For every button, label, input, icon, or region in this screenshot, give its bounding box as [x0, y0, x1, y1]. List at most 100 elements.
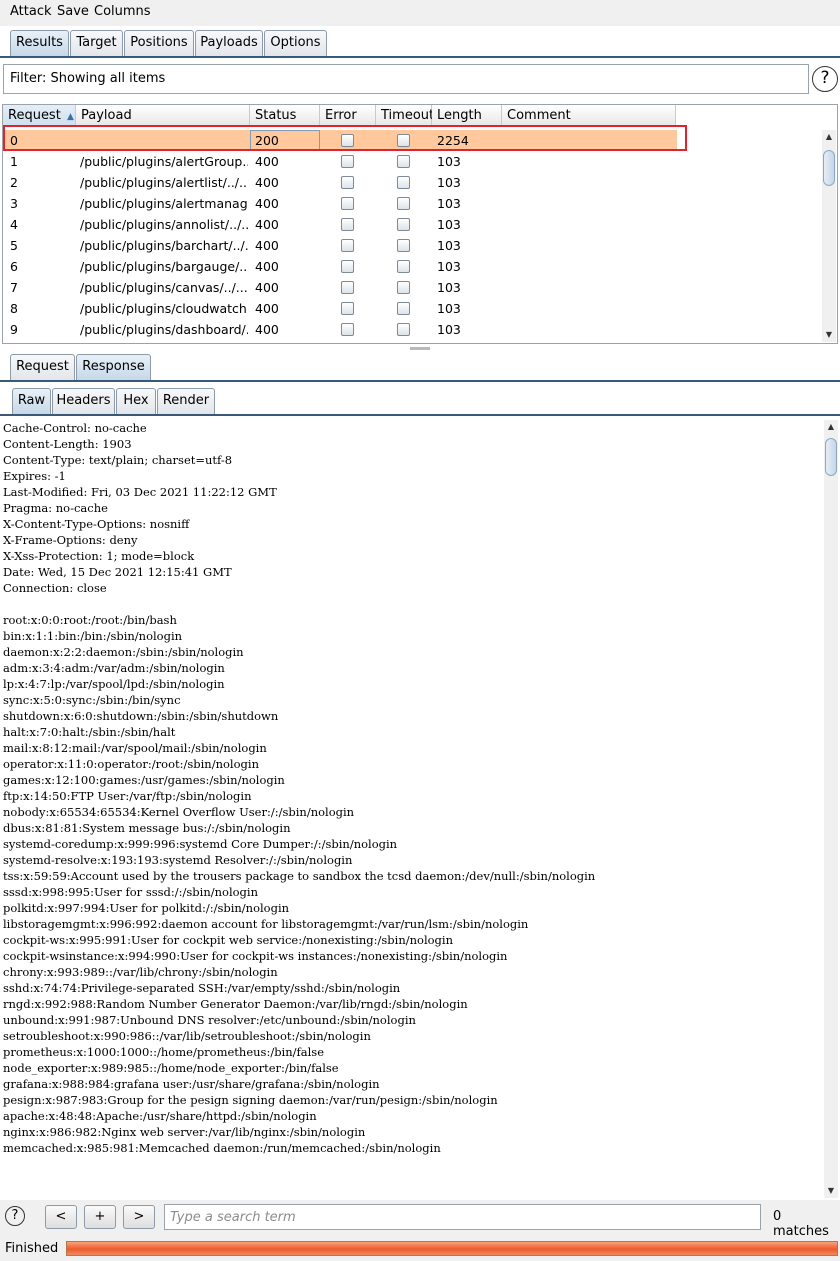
add-button[interactable]: + — [84, 1205, 116, 1229]
cell-comment — [507, 298, 675, 319]
error-checkbox[interactable] — [341, 218, 354, 231]
column-header-status[interactable]: Status — [250, 105, 320, 127]
table-row[interactable]: 9/public/plugins/dashboard/... 400 103 — [3, 319, 677, 340]
timeout-checkbox[interactable] — [397, 323, 410, 336]
column-header-timeout[interactable]: Timeout — [376, 105, 434, 127]
tab-hex[interactable]: Hex — [116, 388, 156, 414]
tab-request[interactable]: Request — [10, 354, 75, 380]
table-row[interactable]: 3/public/plugins/alertmanag... 400 103 — [3, 193, 677, 214]
response-line: apache:x:48:48:Apache:/usr/share/httpd:/… — [3, 1109, 317, 1123]
tab-response[interactable]: Response — [76, 354, 151, 380]
tab-results[interactable]: Results — [10, 30, 69, 56]
cell-length: 103 — [437, 154, 461, 169]
error-checkbox[interactable] — [341, 239, 354, 252]
menu-save[interactable]: Save — [57, 4, 89, 19]
raw-response-text: Cache-Control: no-cache Content-Length: 1… — [3, 420, 595, 1156]
help-icon[interactable]: ? — [812, 66, 838, 92]
menu-columns[interactable]: Columns — [94, 4, 151, 19]
scroll-thumb[interactable] — [823, 150, 835, 186]
cell-status: 400 — [255, 280, 279, 295]
table-row[interactable]: 4/public/plugins/annolist/../... 400 103 — [3, 214, 677, 235]
response-line: Last-Modified: Fri, 03 Dec 2021 11:22:12… — [3, 485, 277, 499]
menu-attack[interactable]: Attack — [10, 4, 52, 19]
split-pane-divider[interactable] — [410, 347, 430, 350]
response-line — [3, 596, 595, 612]
cell-request: 1 — [10, 154, 18, 169]
tab-raw[interactable]: Raw — [12, 388, 51, 414]
response-line: daemon:x:2:2:daemon:/sbin:/sbin/nologin — [3, 645, 244, 659]
timeout-checkbox[interactable] — [397, 218, 410, 231]
tab-render[interactable]: Render — [157, 388, 215, 414]
timeout-checkbox[interactable] — [397, 155, 410, 168]
response-line: grafana:x:988:984:grafana user:/usr/shar… — [3, 1077, 380, 1091]
cell-status: 400 — [255, 154, 279, 169]
scroll-down-arrow-icon[interactable]: ▼ — [824, 1184, 838, 1198]
sort-ascending-icon: ▲ — [66, 112, 74, 122]
scroll-thumb[interactable] — [825, 438, 837, 476]
error-checkbox[interactable] — [341, 302, 354, 315]
scroll-up-arrow-icon[interactable]: ▲ — [822, 130, 836, 144]
timeout-checkbox[interactable] — [397, 302, 410, 315]
response-line: cockpit-ws:x:995:991:User for cockpit we… — [3, 933, 453, 947]
column-header-error[interactable]: Error — [320, 105, 376, 127]
filter-bar[interactable]: Filter: Showing all items — [3, 64, 809, 94]
table-row[interactable]: 6/public/plugins/bargauge/..... 400 103 — [3, 256, 677, 277]
error-checkbox[interactable] — [341, 197, 354, 210]
tab-positions[interactable]: Positions — [124, 30, 194, 56]
table-row[interactable]: 8/public/plugins/cloudwatch... 400 103 — [3, 298, 677, 319]
cell-request: 7 — [10, 280, 18, 295]
timeout-checkbox[interactable] — [397, 239, 410, 252]
table-row[interactable]: 1/public/plugins/alertGroup... 400 103 — [3, 151, 677, 172]
error-checkbox[interactable] — [341, 323, 354, 336]
error-checkbox[interactable] — [341, 176, 354, 189]
response-line: tss:x:59:59:Account used by the trousers… — [3, 869, 596, 883]
cell-length: 103 — [437, 322, 461, 337]
cell-length: 103 — [437, 196, 461, 211]
scroll-down-arrow-icon[interactable]: ▼ — [822, 328, 836, 342]
response-line: node_exporter:x:989:985::/home/node_expo… — [3, 1061, 339, 1075]
column-header-payload[interactable]: Payload — [76, 105, 250, 127]
table-row[interactable]: 2/public/plugins/alertlist/../..... 400 10… — [3, 172, 677, 193]
timeout-checkbox[interactable] — [397, 260, 410, 273]
results-scrollbar[interactable]: ▲ ▼ — [822, 130, 836, 342]
response-line: rngd:x:992:988:Random Number Generator D… — [3, 997, 468, 1011]
scroll-up-arrow-icon[interactable]: ▲ — [824, 420, 838, 434]
menu-bar: Attack Save Columns — [0, 0, 840, 26]
column-header-request-label: Request — [8, 108, 61, 123]
timeout-checkbox[interactable] — [397, 197, 410, 210]
response-line: lp:x:4:7:lp:/var/spool/lpd:/sbin/nologin — [3, 677, 225, 691]
cell-comment — [507, 235, 675, 256]
cell-length: 103 — [437, 175, 461, 190]
error-checkbox[interactable] — [341, 155, 354, 168]
tab-headers[interactable]: Headers — [52, 388, 115, 414]
help-icon[interactable]: ? — [5, 1206, 25, 1226]
response-line: pesign:x:987:983:Group for the pesign si… — [3, 1093, 498, 1107]
error-checkbox[interactable] — [341, 260, 354, 273]
tab-payloads[interactable]: Payloads — [195, 30, 263, 56]
tab-options[interactable]: Options — [264, 30, 327, 56]
status-text: Finished — [5, 1241, 59, 1256]
error-checkbox[interactable] — [341, 281, 354, 294]
cell-payload: /public/plugins/alertlist/../..... — [80, 175, 248, 190]
response-line: systemd-coredump:x:999:996:systemd Core … — [3, 837, 398, 851]
cell-request: 5 — [10, 238, 18, 253]
raw-response-editor[interactable]: Cache-Control: no-cache Content-Length: 1… — [0, 418, 824, 1200]
table-row[interactable]: 7/public/plugins/canvas/../..... 400 103 — [3, 277, 677, 298]
timeout-checkbox[interactable] — [397, 281, 410, 294]
table-row[interactable]: 5/public/plugins/barchart/../... 400 103 — [3, 235, 677, 256]
column-header-length[interactable]: Length — [432, 105, 502, 127]
response-scrollbar[interactable]: ▲ ▼ — [824, 420, 838, 1198]
column-header-request[interactable]: Request ▲ — [3, 105, 76, 127]
timeout-checkbox[interactable] — [397, 176, 410, 189]
search-input[interactable] — [164, 1204, 761, 1230]
column-header-comment[interactable]: Comment — [502, 105, 676, 127]
cell-payload: /public/plugins/canvas/../..... — [80, 280, 248, 295]
cell-length: 103 — [437, 259, 461, 274]
response-line: operator:x:11:0:operator:/root:/sbin/nol… — [3, 757, 259, 771]
previous-match-button[interactable]: < — [45, 1205, 77, 1229]
next-match-button[interactable]: > — [123, 1205, 155, 1229]
cell-comment — [507, 319, 675, 340]
response-line: X-Xss-Protection: 1; mode=block — [3, 549, 195, 563]
tab-target[interactable]: Target — [70, 30, 123, 56]
cell-request: 8 — [10, 301, 18, 316]
